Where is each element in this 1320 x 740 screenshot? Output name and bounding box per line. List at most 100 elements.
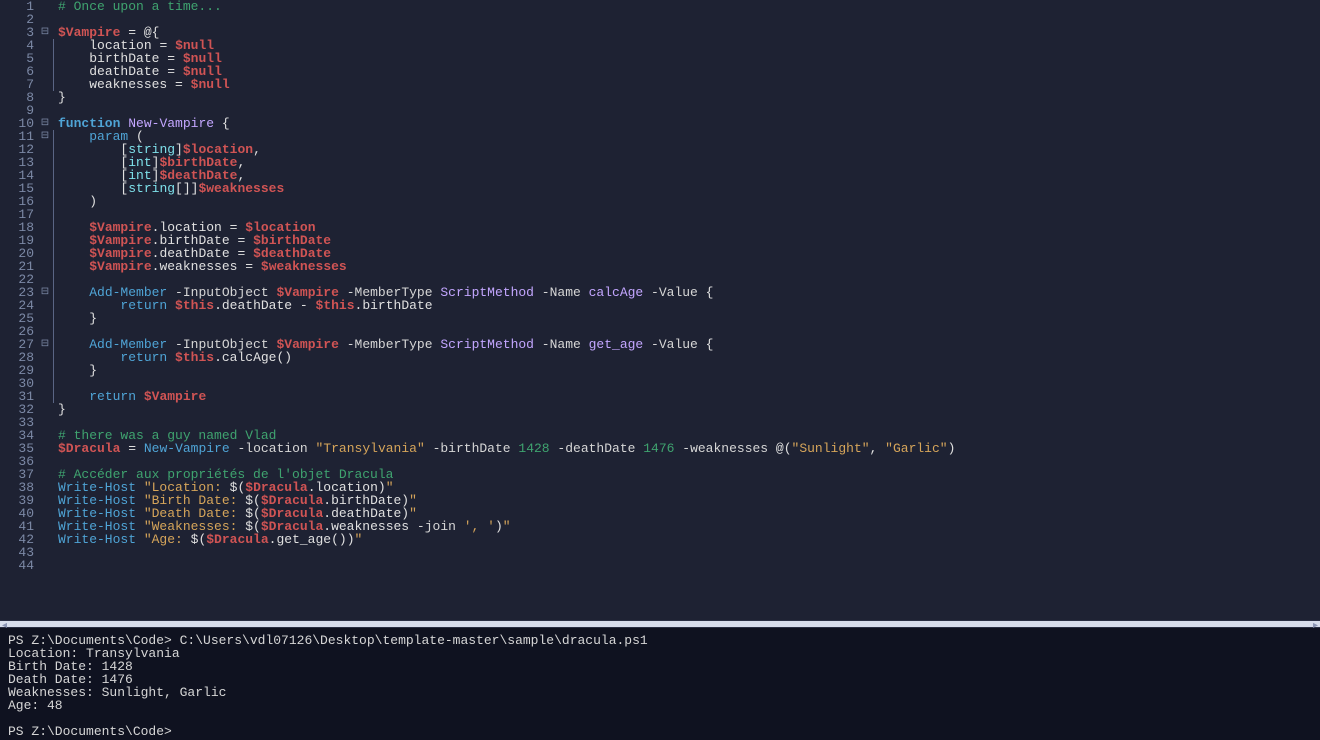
code-line[interactable]: 32} [0,403,1320,416]
code-line[interactable]: 15 [string[]]$weaknesses [0,182,1320,195]
code-line[interactable]: 25 } [0,312,1320,325]
indent-guide [52,130,58,143]
collapse-icon[interactable]: ⊟ [38,26,52,39]
indent-guide [52,364,58,377]
indent-guide [52,403,58,416]
indent-guide [52,468,58,481]
fold-gutter [38,442,52,455]
indent-guide [52,234,58,247]
code-line[interactable]: 2 [0,13,1320,26]
indent-guide [52,117,58,130]
indent-guide [52,26,58,39]
indent-guide [52,104,58,117]
horizontal-splitter[interactable]: ◂ ▸ [0,620,1320,628]
collapse-icon[interactable]: ⊟ [38,130,52,143]
fold-gutter [38,390,52,403]
code-text[interactable]: return $Vampire [58,390,206,403]
fold-gutter [38,559,52,572]
indent-guide [52,273,58,286]
code-line[interactable]: 44 [0,559,1320,572]
indent-guide [52,429,58,442]
fold-gutter [38,0,52,13]
code-line[interactable]: 24 return $this.deathDate - $this.birthD… [0,299,1320,312]
scroll-left-icon[interactable]: ◂ [2,620,7,633]
indent-guide [52,325,58,338]
fold-gutter [38,455,52,468]
line-number: 44 [0,559,38,572]
code-line[interactable]: 43 [0,546,1320,559]
fold-gutter [38,13,52,26]
code-text[interactable]: $Dracula = New-Vampire -location "Transy… [58,442,955,455]
code-line[interactable]: 28 return $this.calcAge() [0,351,1320,364]
indent-guide [52,65,58,78]
fold-gutter [38,156,52,169]
fold-gutter [38,273,52,286]
code-line[interactable]: 42Write-Host "Age: $($Dracula.get_age())… [0,533,1320,546]
indent-guide [52,286,58,299]
fold-gutter [38,195,52,208]
indent-guide [52,299,58,312]
indent-guide [52,91,58,104]
indent-guide [52,390,58,403]
collapse-icon[interactable]: ⊟ [38,338,52,351]
fold-gutter [38,507,52,520]
code-line[interactable]: 31 return $Vampire [0,390,1320,403]
collapse-icon[interactable]: ⊟ [38,286,52,299]
fold-gutter [38,182,52,195]
fold-gutter [38,52,52,65]
indent-guide [52,208,58,221]
indent-guide [52,481,58,494]
code-editor[interactable]: 1# Once upon a time...23⊟$Vampire = @{4 … [0,0,1320,620]
fold-gutter [38,39,52,52]
indent-guide [52,377,58,390]
indent-guide [52,312,58,325]
fold-gutter [38,312,52,325]
code-text[interactable]: } [58,91,66,104]
code-text[interactable]: $Vampire.weaknesses = $weaknesses [58,260,347,273]
fold-gutter [38,325,52,338]
indent-guide [52,559,58,572]
code-text[interactable]: # Once upon a time... [58,0,222,13]
indent-guide [52,156,58,169]
code-text[interactable]: return $this.deathDate - $this.birthDate [58,299,433,312]
collapse-icon[interactable]: ⊟ [38,117,52,130]
fold-gutter [38,208,52,221]
code-text[interactable]: } [58,364,97,377]
indent-guide [52,416,58,429]
code-text[interactable]: } [58,403,66,416]
fold-gutter [38,65,52,78]
fold-gutter [38,169,52,182]
code-text[interactable]: Write-Host "Age: $($Dracula.get_age())" [58,533,362,546]
code-line[interactable]: 7 weaknesses = $null [0,78,1320,91]
terminal-output[interactable]: PS Z:\Documents\Code> C:\Users\vdl07126\… [0,628,1320,740]
code-line[interactable]: 16 ) [0,195,1320,208]
indent-guide [52,182,58,195]
indent-guide [52,195,58,208]
code-line[interactable]: 21 $Vampire.weaknesses = $weaknesses [0,260,1320,273]
indent-guide [52,143,58,156]
fold-gutter [38,143,52,156]
fold-gutter [38,78,52,91]
fold-gutter [38,247,52,260]
indent-guide [52,533,58,546]
indent-guide [52,78,58,91]
code-line[interactable]: 1# Once upon a time... [0,0,1320,13]
fold-gutter [38,494,52,507]
code-line[interactable]: 10⊟function New-Vampire { [0,117,1320,130]
code-line[interactable]: 8} [0,91,1320,104]
indent-guide [52,455,58,468]
fold-gutter [38,299,52,312]
fold-gutter [38,481,52,494]
code-text[interactable]: ) [58,195,97,208]
code-text[interactable]: } [58,312,97,325]
code-text[interactable]: weaknesses = $null [58,78,230,91]
indent-guide [52,520,58,533]
code-line[interactable]: 29 } [0,364,1320,377]
indent-guide [52,247,58,260]
fold-gutter [38,429,52,442]
fold-gutter [38,520,52,533]
code-line[interactable]: 35$Dracula = New-Vampire -location "Tran… [0,442,1320,455]
scroll-right-icon[interactable]: ▸ [1313,620,1318,633]
indent-guide [52,13,58,26]
indent-guide [52,442,58,455]
